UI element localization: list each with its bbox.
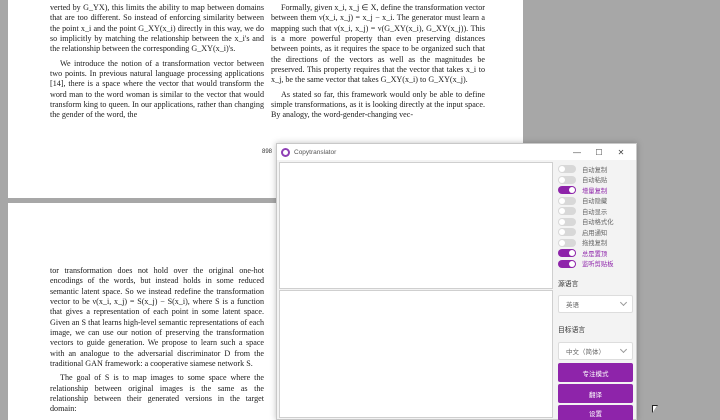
paragraph: As stated so far, this framework would o… — [271, 89, 485, 120]
target-language-label: 目标语言 — [558, 327, 586, 334]
page-number: 898 — [262, 149, 273, 155]
option-row[interactable]: 拖拽复制 — [558, 238, 636, 249]
toggle-switch[interactable] — [558, 175, 576, 184]
option-label: 自动粘贴 — [582, 177, 608, 185]
toggle-switch[interactable] — [558, 186, 576, 195]
toggle-switch[interactable] — [558, 249, 576, 258]
option-row[interactable]: 自动复制 — [558, 164, 636, 175]
pdf-column-left: verted by G_YX), this limits the ability… — [50, 3, 264, 121]
window-controls: — ☐ ✕ — [566, 144, 632, 160]
option-label: 监听剪贴板 — [582, 261, 614, 269]
minimize-button[interactable]: — — [566, 144, 588, 160]
app-logo-icon — [281, 147, 290, 157]
option-label: 自动格式化 — [582, 219, 614, 227]
paragraph: Formally, given x_i, x_j ∈ X, define the… — [271, 3, 485, 85]
option-row[interactable]: 自动格式化 — [558, 217, 636, 228]
toggle-switch[interactable] — [558, 196, 576, 205]
translate-button[interactable]: 翻译 — [558, 384, 633, 403]
source-language-value: 英语 — [566, 302, 579, 309]
pdf-column-right: Formally, given x_i, x_j ∈ X, define the… — [271, 3, 485, 121]
chevron-down-icon — [619, 345, 628, 354]
target-language-value: 中文（简体） — [566, 349, 605, 356]
option-row[interactable]: 启用通知 — [558, 227, 636, 238]
option-row[interactable]: 监听剪贴板 — [558, 259, 636, 270]
maximize-button[interactable]: ☐ — [588, 144, 610, 160]
option-row[interactable]: 总是置顶 — [558, 248, 636, 259]
close-button[interactable]: ✕ — [610, 144, 632, 160]
source-language-select[interactable]: 英语 — [558, 295, 633, 313]
option-label: 自动复制 — [582, 166, 608, 174]
option-label: 自动显示 — [582, 208, 608, 216]
chevron-down-icon — [619, 298, 628, 307]
toggle-switch[interactable] — [558, 165, 576, 174]
pdf-column-left: tor transformation does not hold over th… — [50, 266, 264, 415]
target-language-select[interactable]: 中文（简体） — [558, 342, 633, 360]
source-text-area[interactable] — [279, 162, 553, 289]
paragraph: verted by G_YX), this limits the ability… — [50, 3, 264, 54]
focus-mode-button[interactable]: 专注模式 — [558, 363, 633, 382]
option-row[interactable]: 增量复制 — [558, 185, 636, 196]
option-label: 增量复制 — [582, 187, 608, 195]
paragraph: The goal of S is to map images to some s… — [50, 373, 264, 414]
toggle-switch[interactable] — [558, 207, 576, 216]
option-label: 启用通知 — [582, 229, 608, 237]
option-row[interactable]: 自动粘贴 — [558, 175, 636, 186]
settings-button[interactable]: 设置 — [558, 405, 633, 420]
option-row[interactable]: 自动隐藏 — [558, 196, 636, 207]
toggle-switch[interactable] — [558, 217, 576, 226]
toggle-switch[interactable] — [558, 238, 576, 247]
option-label: 自动隐藏 — [582, 198, 608, 206]
toggle-switch[interactable] — [558, 259, 576, 268]
window-title: Copytranslator — [294, 148, 337, 156]
toggle-switch[interactable] — [558, 228, 576, 237]
options-list: 自动复制自动粘贴增量复制自动隐藏自动显示自动格式化启用通知拖拽复制总是置顶监听剪… — [558, 164, 636, 269]
result-text-area[interactable] — [279, 290, 553, 418]
option-label: 总是置顶 — [582, 250, 608, 258]
source-language-label: 源语言 — [558, 281, 579, 288]
copytranslator-window[interactable]: Copytranslator — ☐ ✕ 自动复制自动粘贴增量复制自动隐藏自动显… — [276, 143, 637, 420]
paragraph: We introduce the notion of a transformat… — [50, 58, 264, 120]
paragraph: tor transformation does not hold over th… — [50, 266, 264, 369]
option-row[interactable]: 自动显示 — [558, 206, 636, 217]
title-bar[interactable]: Copytranslator — ☐ ✕ — [277, 144, 636, 160]
option-label: 拖拽复制 — [582, 240, 608, 248]
